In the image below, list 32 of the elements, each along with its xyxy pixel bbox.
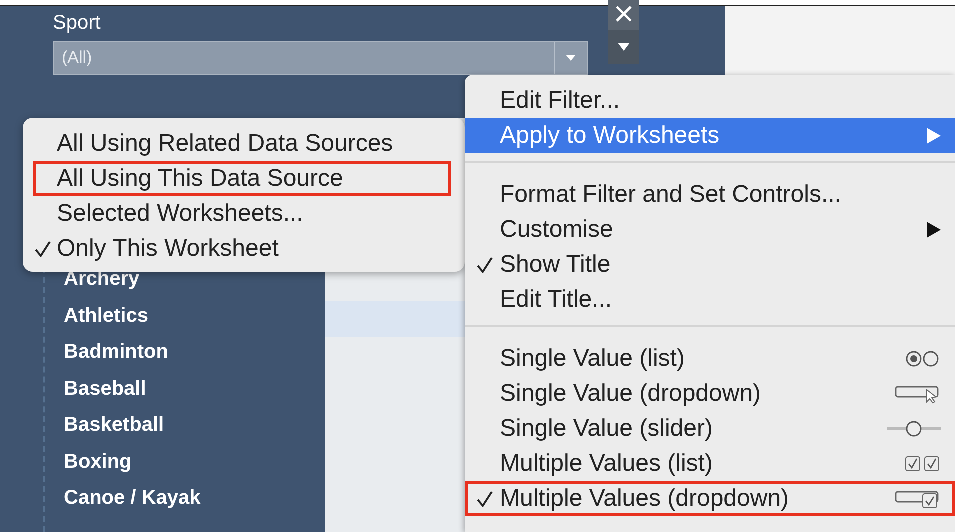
menu-button[interactable] (608, 30, 639, 64)
menu-item[interactable]: Customise (465, 212, 955, 247)
submenu-item[interactable]: All Using Related Data Sources (33, 126, 451, 161)
submenu-item[interactable]: All Using This Data Source (33, 161, 451, 196)
menu-item[interactable]: Format Filter and Set Controls... (465, 177, 955, 212)
menu-item[interactable]: Multiple Values (list) (465, 446, 955, 481)
filter-list-item[interactable]: Canoe / Kayak (64, 485, 201, 511)
filter-list-item[interactable]: Boxing (64, 448, 132, 474)
submenu-item[interactable]: Selected Worksheets... (33, 196, 451, 231)
menu-item[interactable]: Edit Filter... (465, 83, 955, 118)
filter-list-item[interactable]: Badminton (64, 339, 168, 365)
menu-item[interactable]: Single Value (slider) (465, 411, 955, 446)
menu-item[interactable]: Multiple Values (dropdown) (465, 481, 955, 516)
filter-list-item[interactable]: Basketball (64, 412, 164, 438)
menu-item[interactable]: Show Title (465, 247, 955, 282)
dropdown-icon (895, 384, 941, 404)
menu-item[interactable]: Apply to Worksheets (465, 118, 955, 153)
dropdown-arrow-icon (566, 55, 576, 61)
menu-item[interactable]: Single Value (list) (465, 341, 955, 376)
radio-buttons-icon (905, 350, 941, 368)
caret-icon (618, 43, 630, 51)
menu-item[interactable]: Edit Title... (465, 282, 955, 317)
close-icon (616, 6, 632, 22)
filter-list-item[interactable]: Athletics (64, 302, 148, 328)
filter-title: Sport (53, 12, 101, 35)
submenu-item[interactable]: Only This Worksheet (33, 231, 451, 266)
filter-list-item[interactable]: Baseball (64, 376, 146, 402)
checkboxes-icon (905, 454, 941, 472)
slider-icon (887, 420, 941, 438)
menu-item[interactable]: Single Value (dropdown) (465, 376, 955, 411)
close-button[interactable] (608, 0, 639, 30)
dropdown-checkbox-icon (895, 488, 941, 508)
